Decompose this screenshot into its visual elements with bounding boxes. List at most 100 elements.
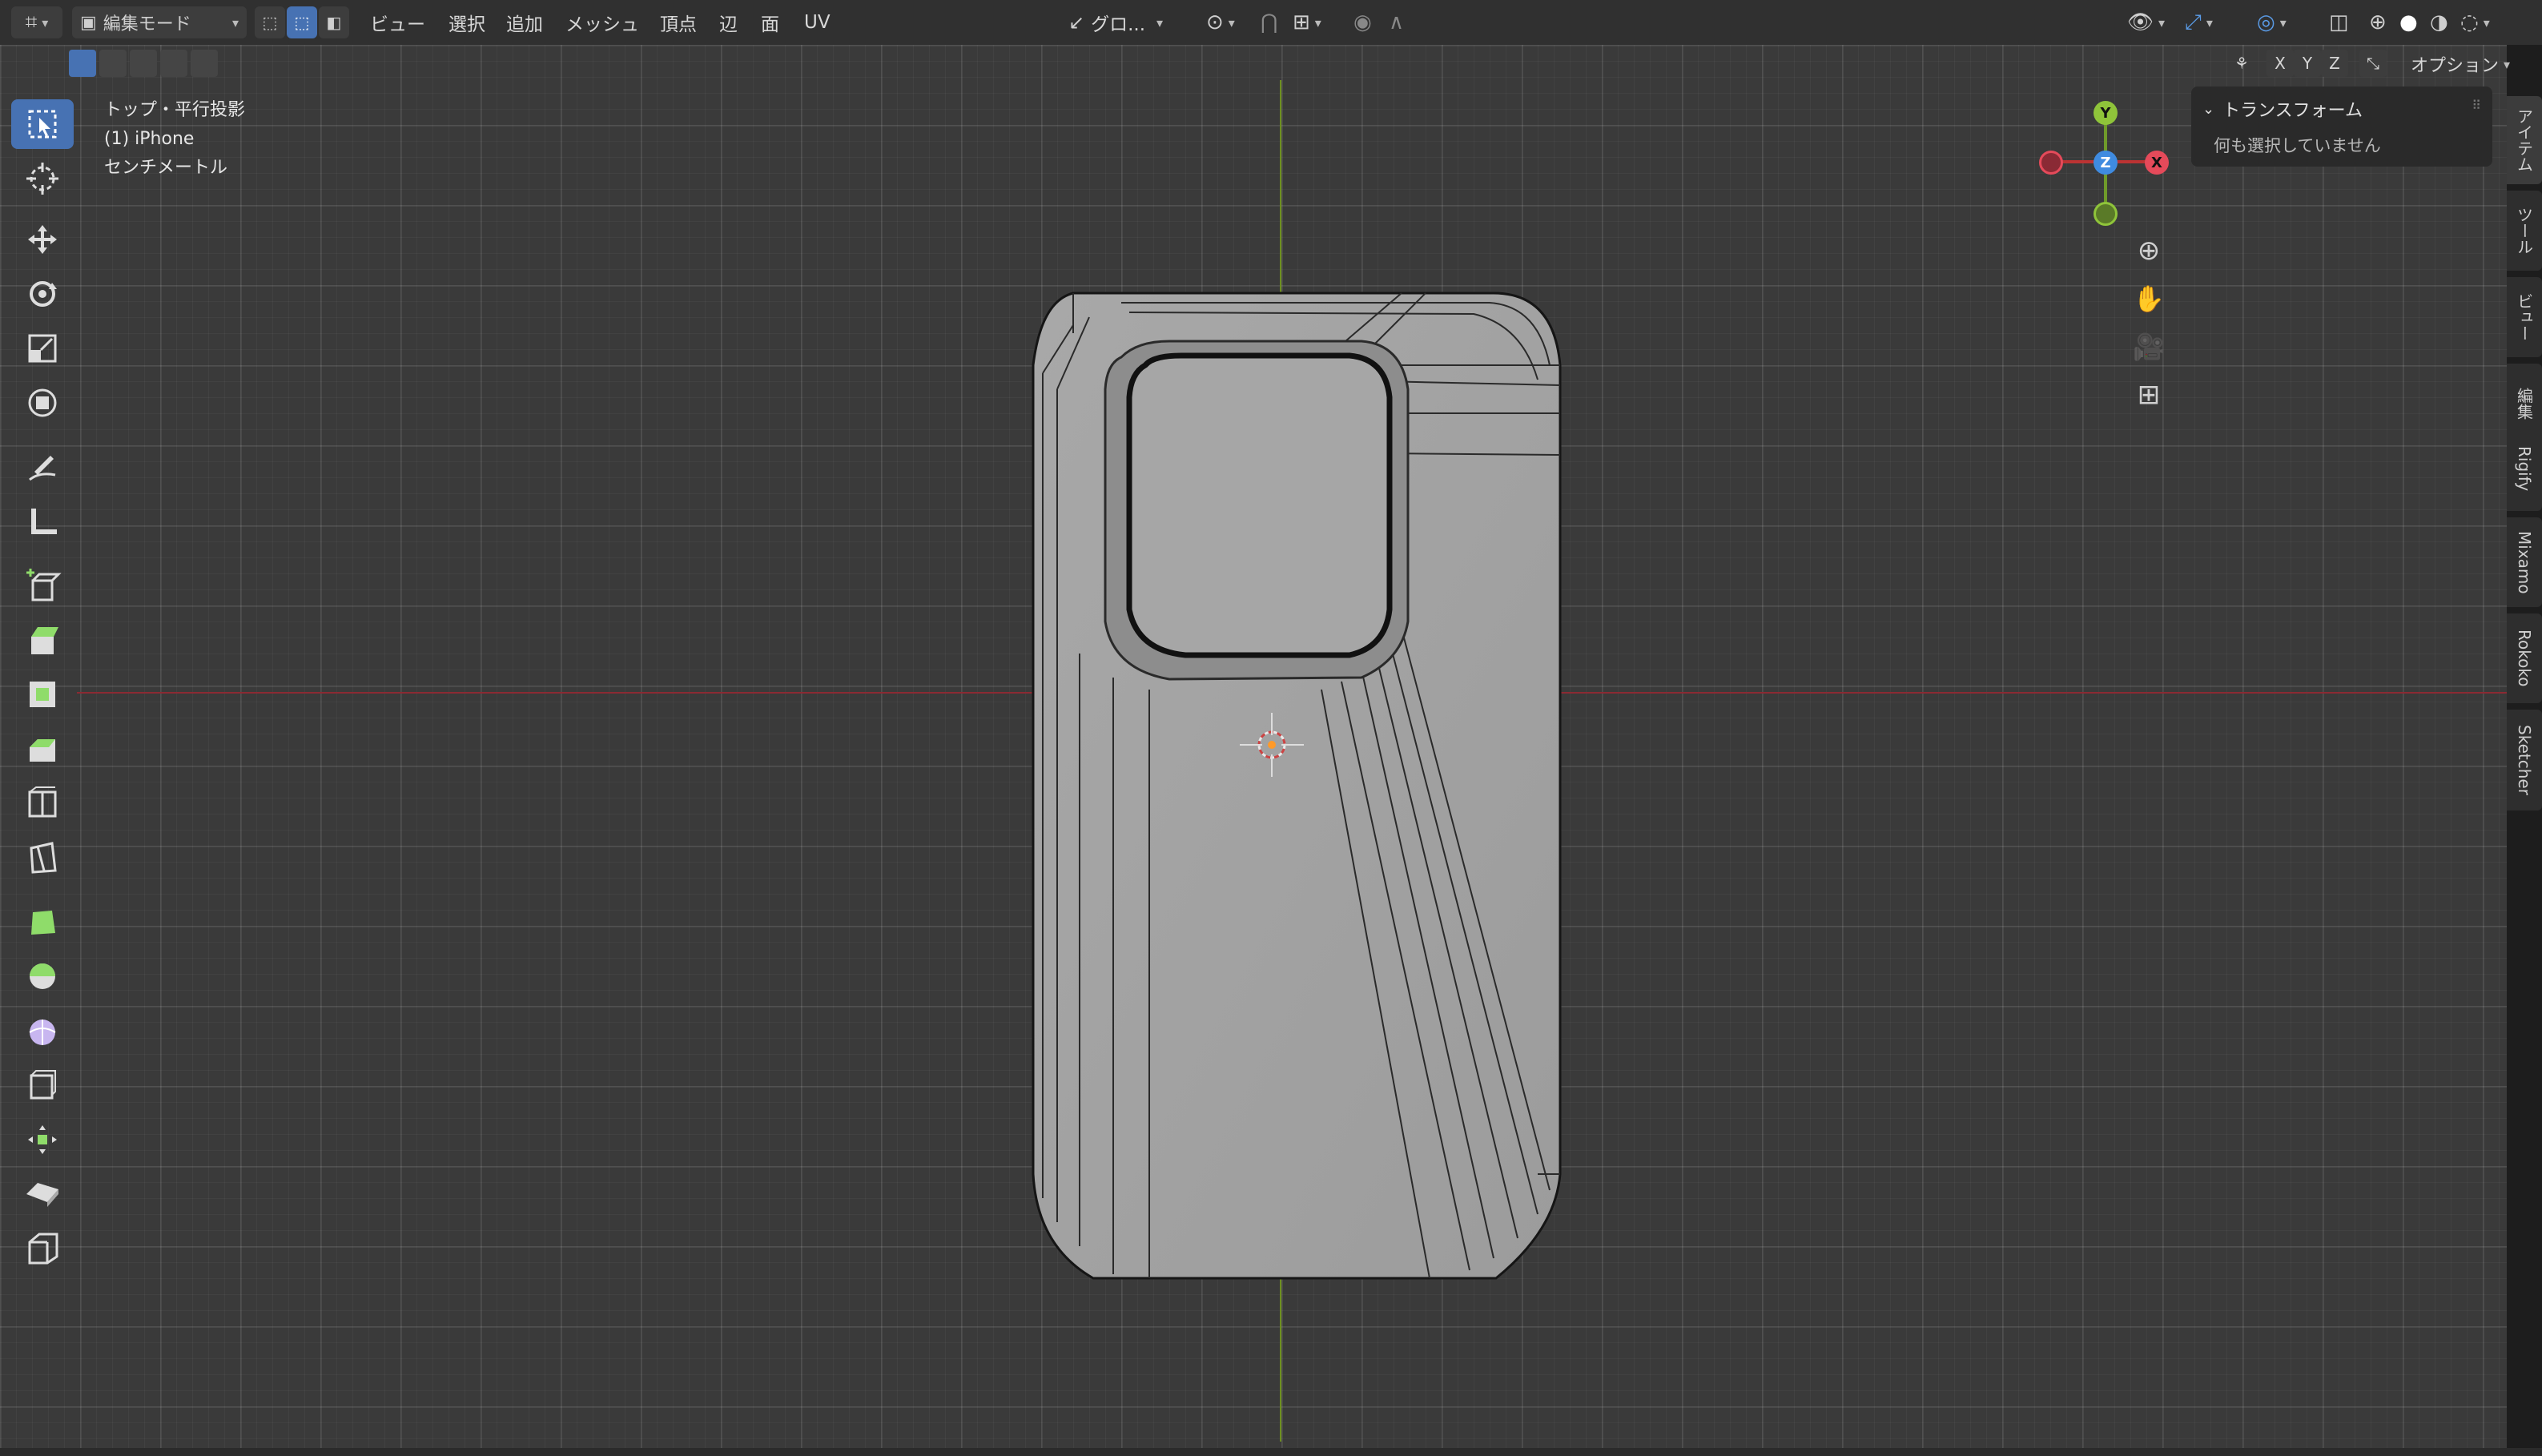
orientation-label: グロ... [1091,14,1146,35]
editor-type-button[interactable]: ⌗ ▾ [11,6,62,38]
falloff-dropdown[interactable]: ∧ [1389,6,1404,38]
options-dropdown[interactable]: オプション ▾ [2411,48,2510,80]
menu-select[interactable]: 選択 [448,6,485,38]
auto-merge-toggle[interactable]: ⤡ [2359,50,2387,77]
vertex-select-button[interactable]: ⬚ [255,6,285,38]
eye-icon: 👁 [2127,10,2154,34]
face-select-icon: ◧ [326,13,342,32]
pivot-point-dropdown[interactable]: ⊙ ▾ [1206,6,1235,38]
shear-icon [28,1125,57,1154]
camera-view-button[interactable]: 🎥 [2127,325,2170,368]
falloff-icon: ∧ [1389,10,1405,34]
menu-add[interactable]: 追加 [506,6,543,38]
rip-tool[interactable] [11,1169,74,1219]
select-extend-button[interactable] [99,50,127,77]
gizmo-y-ball[interactable]: Y [2094,101,2118,125]
gizmo-neg-y-ball[interactable] [2094,202,2118,226]
mirror-icon: ⚘ [2234,54,2249,73]
add-cube-tool[interactable] [11,561,74,610]
gizmo-x-ball[interactable]: X [2145,151,2169,175]
rotate-tool[interactable] [11,269,74,319]
face-select-button[interactable]: ◧ [319,6,349,38]
move-tool[interactable] [11,215,74,264]
scale-tool[interactable] [11,324,74,373]
smooth-tool[interactable] [11,1006,74,1056]
tab-tool[interactable]: ツール [2507,191,2542,271]
xray-toggle[interactable]: ◫ [2329,6,2349,38]
select-intersect-button[interactable] [191,50,218,77]
bevel-icon [30,739,55,762]
poly-build-icon [31,911,55,935]
measure-tool[interactable] [11,497,74,546]
tab-rokoko[interactable]: Rokoko [2507,613,2542,703]
zoom-button[interactable]: ⊕ [2127,229,2170,272]
menu-mesh[interactable]: メッシュ [565,6,639,38]
proportional-edit-toggle[interactable]: ◉ [1353,6,1372,38]
tab-rigify[interactable]: Rigify [2507,426,2542,511]
rotate-icon [30,281,57,307]
inset-tool[interactable] [11,670,74,719]
perspective-toggle-button[interactable]: ⊞ [2127,373,2170,416]
shading-wireframe-button[interactable]: ⊕ [2369,6,2387,38]
tab-view[interactable]: ビュー [2507,277,2542,357]
cursor-tool[interactable] [11,154,74,203]
mode-dropdown[interactable]: ▣ 編集モード ▾ [72,6,247,38]
tab-item[interactable]: アイテム [2507,96,2542,184]
select-invert-button[interactable] [160,50,187,77]
spin-tool[interactable] [11,951,74,1001]
snap-target-dropdown[interactable]: ⊞ ▾ [1293,6,1321,38]
tab-sketcher[interactable]: Sketcher [2507,710,2542,810]
navigation-gizmo[interactable]: Y X Z [2034,101,2178,226]
add-cube-icon [26,569,62,601]
knife-tool[interactable] [11,833,74,883]
mirror-x-toggle[interactable]: X [2266,50,2294,77]
gizmo-z-ball[interactable]: Z [2094,151,2118,175]
shading-material-button[interactable]: ◑ [2430,6,2448,38]
wireframe-shading-icon: ⊕ [2369,10,2387,34]
menu-uv[interactable]: UV [804,6,831,38]
3d-cursor[interactable] [1240,713,1304,777]
iphone-mesh[interactable] [1025,285,1570,1286]
menu-edge[interactable]: 辺 [719,6,738,38]
shrink-fatten-tool[interactable] [11,1060,74,1110]
shading-solid-button[interactable]: ● [2399,6,2418,38]
gizmo-toggle[interactable]: ⤢ ▾ [2185,6,2213,38]
transform-tool[interactable] [11,378,74,428]
visibility-dropdown[interactable]: 👁 ▾ [2127,6,2165,38]
edit-mode-icon: ▣ [80,12,97,33]
drag-handle-icon[interactable]: ⠿ [2472,98,2481,113]
loop-cut-tool[interactable] [11,778,74,828]
edge-select-button[interactable]: ⬚ [287,6,317,38]
options-label: オプション [2411,56,2500,76]
cursor-icon [26,163,58,195]
mirror-z-toggle[interactable]: Z [2321,50,2348,77]
annotate-tool[interactable] [11,442,74,492]
hand-icon: ✋ [2133,284,2165,314]
pan-button[interactable]: ✋ [2127,277,2170,320]
menu-vertex[interactable]: 頂点 [660,6,697,38]
select-new-button[interactable] [69,50,96,77]
select-subtract-button[interactable] [130,50,157,77]
poly-build-tool[interactable] [11,897,74,947]
transform-orientation-dropdown[interactable]: ↙ グロ... ▾ [1068,6,1163,38]
tab-mixamo[interactable]: Mixamo [2507,517,2542,607]
overlay-toggle[interactable]: ◎ ▾ [2257,6,2287,38]
measure-icon [31,509,57,534]
loop-cut-icon [28,786,57,818]
transform-icon [28,388,57,417]
select-box-tool[interactable] [11,99,74,149]
gizmo-neg-x-ball[interactable] [2039,151,2063,175]
extrude-tool[interactable] [11,615,74,665]
transform-section-header[interactable]: ⌄ トランスフォーム [2202,96,2363,122]
shear-tool[interactable] [11,1115,74,1164]
snap-toggle[interactable]: ⋂ [1261,6,1277,38]
bevel-tool[interactable] [11,724,74,774]
edge-slide-tool[interactable] [11,1224,74,1273]
menu-view[interactable]: ビュー [370,6,425,38]
shading-rendered-button[interactable]: ◌ ▾ [2460,6,2490,38]
edge-slide-icon [28,1233,58,1265]
mirror-y-toggle[interactable]: Y [2294,50,2321,77]
extrude-icon [31,627,58,654]
3d-viewport[interactable]: トップ・平行投影 (1) iPhone センチメートル Y X Z ⊕ ✋ 🎥 … [0,45,2507,1456]
menu-face[interactable]: 面 [761,6,779,38]
